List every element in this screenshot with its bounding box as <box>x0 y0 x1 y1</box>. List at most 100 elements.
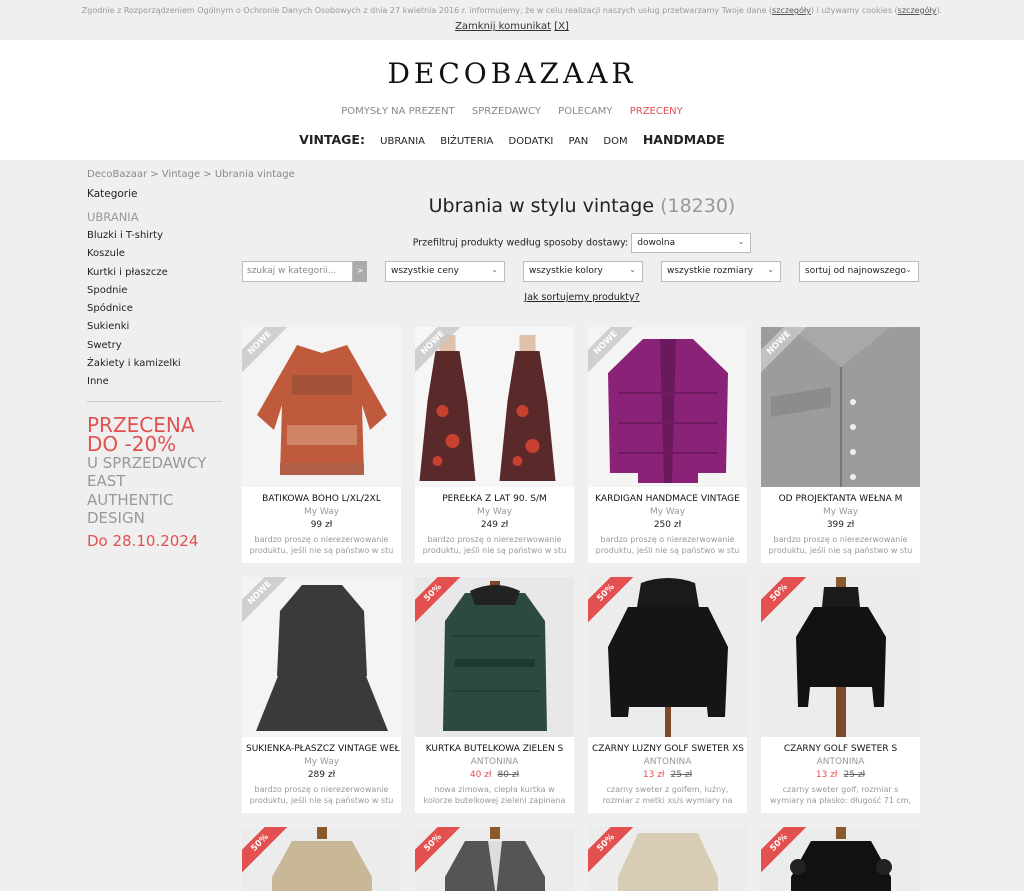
vintage-nav-men[interactable]: PAN <box>569 136 589 147</box>
product-card[interactable]: NOWE SUKIENKA-PŁASZCZ VINTAGE WEŁ My Way… <box>242 577 401 813</box>
cookie-details-link-2[interactable]: szczegóły <box>898 6 937 15</box>
product-card[interactable]: NOWE PEREŁKA Z LAT 90. S/M My Way 249 zł… <box>415 327 574 563</box>
sidebar-item-skirts[interactable]: Spódnice <box>87 303 222 321</box>
product-image[interactable]: 50% <box>588 577 747 737</box>
category-search[interactable]: szukaj w kategorii... > <box>242 261 367 282</box>
product-image[interactable]: 50% <box>415 827 574 891</box>
product-price: 289 zł <box>307 770 336 780</box>
cookie-close-link[interactable]: Zamknij komunikat <box>455 21 551 32</box>
nav-handmade[interactable]: HANDMADE <box>643 132 725 147</box>
nav-recommended[interactable]: POLECAMY <box>558 106 612 117</box>
product-name[interactable]: CZARNY GOLF SWETER S <box>761 744 920 754</box>
sidebar-item-jackets[interactable]: Kurtki i płaszcze <box>87 267 222 285</box>
purple-cardigan-image <box>607 339 728 483</box>
chevron-down-icon: ⌄ <box>737 237 745 246</box>
product-image[interactable]: 50% <box>761 577 920 737</box>
cookie-close-x[interactable]: [X] <box>554 21 569 32</box>
promo-banner[interactable]: PRZECENA DO -20% U SPRZEDAWCY EAST AUTHE… <box>87 415 222 551</box>
vintage-nav-accessories[interactable]: DODATKI <box>509 136 554 147</box>
product-card[interactable]: 50% <box>761 827 920 891</box>
product-card[interactable]: 50% <box>415 827 574 891</box>
size-filter-select[interactable]: wszystkie rozmiary ⌄ <box>661 261 781 282</box>
nav-sales[interactable]: PRZECENY <box>630 106 683 117</box>
site-logo[interactable]: DECOBAZAAR <box>0 40 1024 102</box>
sidebar-heading[interactable]: Kategorie <box>87 188 222 200</box>
sidebar-item-trousers[interactable]: Spodnie <box>87 285 222 303</box>
product-description: czarny sweter golf, rozmiar s wymiary na… <box>769 785 912 805</box>
product-name[interactable]: SUKIENKA-PŁASZCZ VINTAGE WEŁ <box>242 744 401 754</box>
product-image[interactable]: 50% <box>588 827 747 891</box>
breadcrumb[interactable]: DecoBazaar > Vintage > Ubrania vintage <box>87 169 295 180</box>
cookie-close[interactable]: Zamknij komunikat [X] <box>0 22 1024 32</box>
green-jacket-image <box>442 581 547 731</box>
product-seller[interactable]: My Way <box>415 507 574 517</box>
nav-gift-ideas[interactable]: POMYSŁY NA PREZENT <box>341 106 454 117</box>
search-submit-button[interactable]: > <box>353 261 367 282</box>
product-seller[interactable]: My Way <box>242 507 401 517</box>
product-card[interactable]: 50% <box>588 827 747 891</box>
sort-select[interactable]: sortuj od najnowszego ⌄ <box>799 261 919 282</box>
category-search-input[interactable]: szukaj w kategorii... <box>242 261 353 282</box>
product-image[interactable]: 50% <box>761 827 920 891</box>
vintage-nav-clothes[interactable]: UBRANIA <box>380 136 425 147</box>
floral-dress-image <box>419 335 555 481</box>
product-seller[interactable]: My Way <box>588 507 747 517</box>
sidebar-item-blouses[interactable]: Bluzki i T-shirty <box>87 230 222 248</box>
product-seller[interactable]: ANTONINA <box>761 757 920 767</box>
vintage-nav-jewelry[interactable]: BIŻUTERIA <box>440 136 493 147</box>
product-price: 249 zł <box>480 520 509 530</box>
product-card[interactable]: 50% CZARNY GOLF SWETER S ANTONINA 13 zł 2… <box>761 577 920 813</box>
product-card[interactable]: NOWE KARDIGAN HANDMACE VINTAGE My Way 25… <box>588 327 747 563</box>
product-card[interactable]: 50% KURTKA BUTELKOWA ZIELEŃ S ANTONINA 4… <box>415 577 574 813</box>
cookie-details-link-1[interactable]: szczegóły <box>772 6 811 15</box>
sidebar-item-dresses[interactable]: Sukienki <box>87 321 222 339</box>
vintage-label: VINTAGE: <box>299 132 365 147</box>
product-image[interactable]: NOWE <box>588 327 747 487</box>
sidebar-item-other[interactable]: Inne <box>87 376 222 394</box>
delivery-select[interactable]: dowolna ⌄ <box>631 233 752 253</box>
chevron-down-icon: ⌄ <box>767 265 774 274</box>
product-seller[interactable]: ANTONINA <box>588 757 747 767</box>
product-seller[interactable]: My Way <box>761 507 920 517</box>
product-card[interactable]: 50% <box>242 827 401 891</box>
product-card[interactable]: NOWE BATIKOWA BOHO L/XL/2XL My Way 99 zł… <box>242 327 401 563</box>
product-card[interactable]: 50% CZARNY LUŹNY GOLF SWETER XS ANTONINA… <box>588 577 747 813</box>
price-filter-select[interactable]: wszystkie ceny ⌄ <box>385 261 505 282</box>
product-price: 13 zł 25 zł <box>815 770 866 780</box>
product-image[interactable]: NOWE <box>415 327 574 487</box>
product-name[interactable]: PEREŁKA Z LAT 90. S/M <box>415 494 574 504</box>
product-image[interactable]: 50% <box>415 577 574 737</box>
filter-row: szukaj w kategorii... > wszystkie ceny ⌄… <box>242 261 922 282</box>
product-name[interactable]: CZARNY LUŹNY GOLF SWETER XS <box>588 744 747 754</box>
sidebar-item-blazers[interactable]: Żakiety i kamizelki <box>87 358 222 376</box>
product-description: bardzo proszę o nierezerwowanie produktu… <box>595 535 740 555</box>
product-seller[interactable]: ANTONINA <box>415 757 574 767</box>
product-name[interactable]: OD PROJEKTANTA WEŁNA M <box>761 494 920 504</box>
cookie-banner: Zgodnie z Rozporządzeniem Ogólnym o Ochr… <box>0 0 1024 40</box>
sidebar: Kategorie UBRANIA Bluzki i T-shirty Kosz… <box>87 188 222 551</box>
vintage-nav-home[interactable]: DOM <box>603 136 627 147</box>
vintage-nav: VINTAGE: UBRANIA BIŻUTERIA DODATKI PAN D… <box>0 126 1024 160</box>
cookie-text: Zgodnie z Rozporządzeniem Ogólnym o Ochr… <box>81 6 943 15</box>
chevron-down-icon: ⌄ <box>905 265 912 274</box>
cream-knit-image <box>617 833 718 891</box>
sidebar-item-sweaters[interactable]: Swetry <box>87 340 222 358</box>
sort-help-link[interactable]: Jak sortujemy produkty? <box>242 292 922 303</box>
black-sweater-image <box>607 578 728 737</box>
product-image[interactable]: NOWE <box>242 327 401 487</box>
product-name[interactable]: KARDIGAN HANDMACE VINTAGE <box>588 494 747 504</box>
product-image[interactable]: NOWE <box>242 577 401 737</box>
product-name[interactable]: BATIKOWA BOHO L/XL/2XL <box>242 494 401 504</box>
product-card[interactable]: NOWE OD PROJEKTANTA WEŁNA M My Way 399 z… <box>761 327 920 563</box>
sidebar-subheading[interactable]: UBRANIA <box>87 210 222 224</box>
product-image[interactable]: 50% <box>242 827 401 891</box>
promo-line-4: EAST <box>87 472 126 491</box>
nav-sellers[interactable]: SPRZEDAWCY <box>472 106 541 117</box>
wool-coat-image <box>761 327 920 487</box>
color-filter-select[interactable]: wszystkie kolory ⌄ <box>523 261 643 282</box>
product-name[interactable]: KURTKA BUTELKOWA ZIELEŃ S <box>415 744 574 754</box>
product-seller[interactable]: My Way <box>242 757 401 767</box>
product-image[interactable]: NOWE <box>761 327 920 487</box>
sidebar-item-shirts[interactable]: Koszule <box>87 248 222 266</box>
product-grid: NOWE BATIKOWA BOHO L/XL/2XL My Way 99 zł… <box>242 327 922 891</box>
